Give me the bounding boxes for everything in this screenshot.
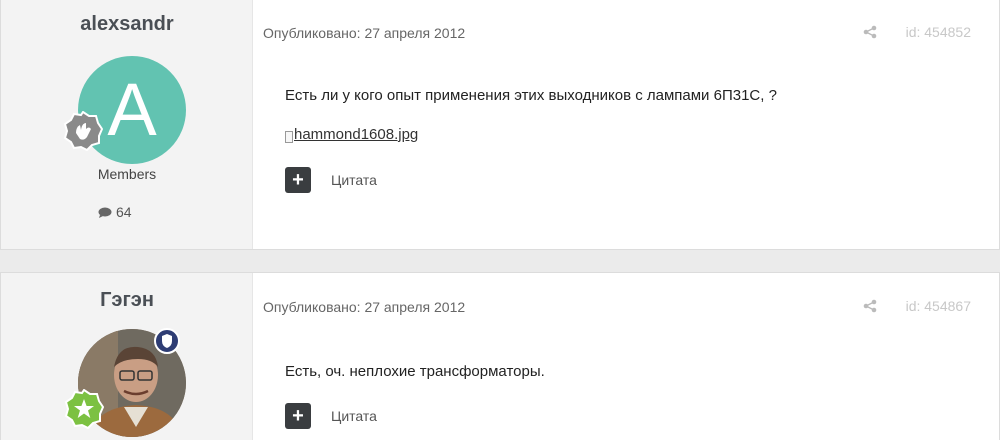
post-id-link[interactable]: id: 454867 [906, 298, 971, 314]
broken-image-icon [285, 131, 293, 143]
author-name-link[interactable]: Гэгэн [1, 289, 253, 312]
post-content: Опубликовано: 27 апреля 2012 id: 454852 … [253, 0, 999, 249]
member-group-label: Members [97, 166, 157, 182]
multiquote-plus-button[interactable]: + [285, 167, 311, 193]
forum-post: alexsandr A Members 64 Опубликовано: 27 … [0, 0, 1000, 250]
author-name-link[interactable]: alexsandr [1, 13, 253, 36]
multiquote-plus-button[interactable]: + [285, 403, 311, 429]
share-icon[interactable] [863, 25, 877, 39]
attachment-filename: hammond1608.jpg [294, 126, 419, 143]
post-body-text: Есть, оч. неплохие трансформаторы. [285, 363, 545, 380]
quote-button[interactable]: Цитата [331, 172, 377, 188]
rank-badge-icon [63, 111, 103, 151]
forum-post: Гэгэн Опубликовано: 27 апреля 2012 id: 4… [0, 272, 1000, 440]
post-count[interactable]: 64 [98, 204, 132, 220]
post-count-value: 64 [116, 204, 132, 220]
post-id-link[interactable]: id: 454852 [906, 24, 971, 40]
quote-controls: + Цитата [285, 403, 377, 429]
author-panel: Гэгэн [1, 273, 253, 440]
star-badge-icon [64, 389, 104, 429]
post-body-text: Есть ли у кого опыт применения этих выхо… [285, 87, 777, 104]
moderator-badge-icon [154, 328, 180, 354]
published-date: Опубликовано: 27 апреля 2012 [263, 25, 466, 41]
attachment-link[interactable]: hammond1608.jpg [285, 126, 418, 143]
quote-controls: + Цитата [285, 167, 377, 193]
quote-button[interactable]: Цитата [331, 408, 377, 424]
share-icon[interactable] [863, 299, 877, 313]
speech-bubble-icon [98, 207, 112, 218]
post-content: Опубликовано: 27 апреля 2012 id: 454867 … [253, 273, 999, 440]
published-date: Опубликовано: 27 апреля 2012 [263, 299, 466, 315]
author-panel: alexsandr A Members 64 [1, 0, 253, 249]
